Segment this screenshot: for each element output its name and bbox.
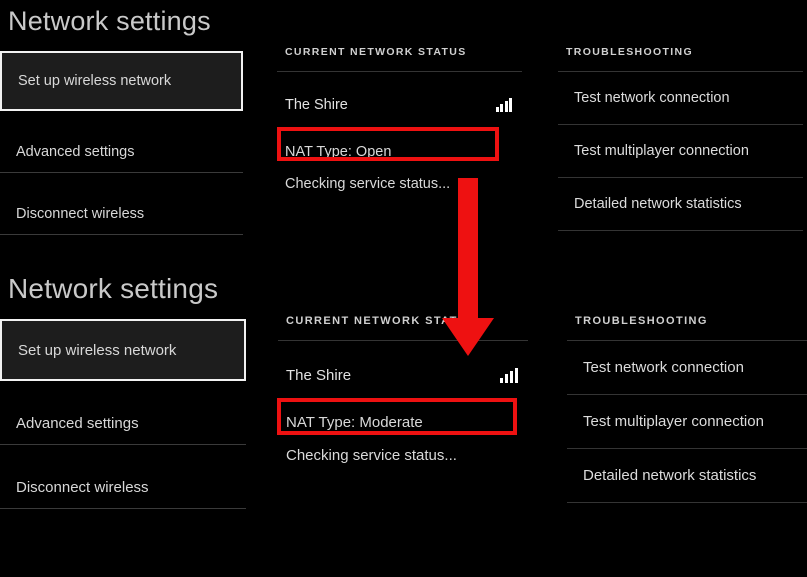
network-name: The Shire bbox=[285, 97, 348, 113]
sidebar-item-label: Advanced settings bbox=[16, 415, 139, 432]
network-name: The Shire bbox=[286, 366, 352, 384]
troubleshoot-item-test-network-connection[interactable]: Test network connection bbox=[567, 341, 807, 394]
section-header-current-network-status: CURRENT NETWORK STATUS bbox=[285, 46, 467, 58]
troubleshoot-item-label: Test network connection bbox=[583, 359, 744, 376]
page-title: Network settings bbox=[8, 6, 211, 36]
network-settings-screen-bottom: Network settings Set up wireless network… bbox=[0, 265, 807, 577]
section-header-troubleshooting: TROUBLESHOOTING bbox=[575, 315, 708, 327]
settings-nav-column-top: Network settings Set up wireless network… bbox=[0, 0, 243, 235]
signal-bars-icon bbox=[495, 98, 512, 112]
sidebar-item-label: Set up wireless network bbox=[18, 73, 172, 89]
network-name-row: The Shire bbox=[278, 357, 528, 393]
troubleshooting-column-top: TROUBLESHOOTING Test network connection … bbox=[558, 46, 803, 231]
troubleshoot-divider bbox=[558, 230, 803, 231]
settings-nav-column-bottom: Network settings Set up wireless network… bbox=[0, 265, 246, 509]
nat-type-value: NAT Type: Open bbox=[285, 144, 392, 160]
sidebar-item-disconnect-wireless[interactable]: Disconnect wireless bbox=[0, 467, 246, 508]
section-header-troubleshooting: TROUBLESHOOTING bbox=[566, 46, 693, 58]
troubleshoot-item-label: Detailed network statistics bbox=[574, 196, 742, 212]
section-header-current-network-status: CURRENT NETWORK STATUS bbox=[286, 315, 476, 327]
settings-nav-list: Set up wireless network Advanced setting… bbox=[0, 319, 246, 509]
sidebar-item-label: Disconnect wireless bbox=[16, 206, 145, 222]
sidebar-item-advanced-settings[interactable]: Advanced settings bbox=[0, 403, 246, 444]
troubleshoot-item-test-multiplayer-connection[interactable]: Test multiplayer connection bbox=[567, 395, 807, 448]
troubleshooting-column-bottom: TROUBLESHOOTING Test network connection … bbox=[567, 315, 807, 503]
sidebar-item-advanced-settings[interactable]: Advanced settings bbox=[0, 132, 243, 172]
page-title: Network settings bbox=[8, 273, 219, 304]
troubleshoot-item-test-multiplayer-connection[interactable]: Test multiplayer connection bbox=[558, 125, 803, 177]
troubleshoot-divider bbox=[567, 502, 807, 503]
troubleshoot-item-label: Test multiplayer connection bbox=[574, 143, 749, 159]
sidebar-item-set-up-wireless-network[interactable]: Set up wireless network bbox=[0, 51, 243, 111]
sidebar-item-label: Disconnect wireless bbox=[16, 479, 149, 496]
sidebar-item-set-up-wireless-network[interactable]: Set up wireless network bbox=[0, 319, 246, 381]
current-network-status-column-bottom: CURRENT NETWORK STATUS The Shire NAT Typ… bbox=[278, 315, 528, 470]
service-status-text: Checking service status... bbox=[286, 447, 457, 464]
network-name-row: The Shire bbox=[277, 88, 522, 122]
current-network-status-column-top: CURRENT NETWORK STATUS The Shire NAT Typ… bbox=[277, 46, 522, 198]
sidebar-item-label: Set up wireless network bbox=[18, 341, 177, 359]
network-settings-screen-top: Network settings Set up wireless network… bbox=[0, 0, 807, 265]
troubleshoot-item-label: Test multiplayer connection bbox=[583, 413, 764, 430]
sidebar-item-label: Advanced settings bbox=[16, 144, 135, 160]
troubleshoot-item-label: Detailed network statistics bbox=[583, 467, 757, 484]
troubleshoot-item-detailed-network-statistics[interactable]: Detailed network statistics bbox=[567, 449, 807, 502]
nat-type-value: NAT Type: Moderate bbox=[286, 414, 423, 431]
sidebar-item-disconnect-wireless[interactable]: Disconnect wireless bbox=[0, 194, 243, 234]
nav-divider bbox=[0, 234, 243, 235]
troubleshoot-item-test-network-connection[interactable]: Test network connection bbox=[558, 72, 803, 124]
service-status-text: Checking service status... bbox=[285, 176, 451, 192]
troubleshoot-item-label: Test network connection bbox=[574, 90, 730, 106]
nav-divider bbox=[0, 508, 246, 509]
settings-nav-list: Set up wireless network Advanced setting… bbox=[0, 51, 243, 235]
troubleshoot-item-detailed-network-statistics[interactable]: Detailed network statistics bbox=[558, 178, 803, 230]
signal-bars-icon bbox=[499, 367, 518, 383]
